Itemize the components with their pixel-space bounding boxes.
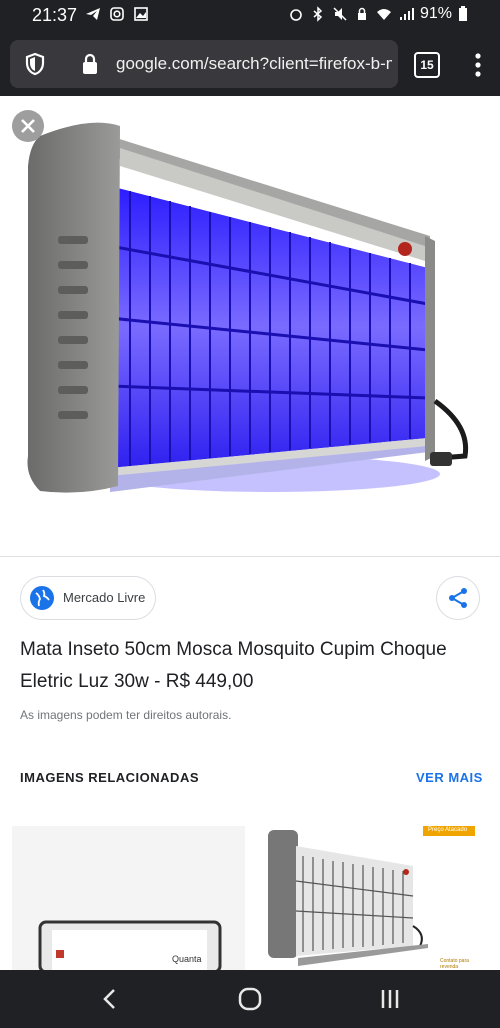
related-image-1[interactable]: Quanta xyxy=(12,826,245,971)
android-nav-bar xyxy=(0,970,500,1028)
system-icons: 91% xyxy=(288,5,468,23)
mute-icon xyxy=(333,7,347,21)
result-title[interactable]: Mata Inseto 50cm Mosca Mosquito Cupim Ch… xyxy=(20,634,460,698)
browser-toolbar: google.com/search?client=firefox-b-m& 15 xyxy=(0,32,500,96)
see-more-link[interactable]: VER MAIS xyxy=(416,770,483,785)
share-button[interactable] xyxy=(436,576,480,620)
globe-icon xyxy=(30,586,54,610)
telegram-icon xyxy=(86,8,100,20)
share-icon[interactable] xyxy=(447,587,469,609)
lock-status-icon xyxy=(357,7,366,20)
status-bar: 21:37 91% xyxy=(0,0,500,32)
tab-counter-button[interactable]: 15 xyxy=(414,52,440,78)
recents-icon[interactable] xyxy=(375,984,405,1014)
battery-icon xyxy=(459,6,467,21)
related-image-2[interactable]: Preço Atacado Contato para revenda xyxy=(258,826,488,971)
source-chip[interactable]: Mercado Livre xyxy=(20,576,156,620)
gallery-icon xyxy=(134,7,148,21)
alarm-icon xyxy=(290,9,302,21)
lock-icon xyxy=(83,53,97,74)
more-menu-icon[interactable] xyxy=(468,50,488,80)
wifi-icon xyxy=(376,9,391,20)
preview-image-area xyxy=(0,96,500,557)
related-images-heading: IMAGENS RELACIONADAS xyxy=(20,770,200,785)
battery-level: 91% xyxy=(419,5,452,22)
address-bar[interactable]: google.com/search?client=firefox-b-m& xyxy=(10,40,398,88)
clock: 21:37 xyxy=(32,5,78,25)
close-button[interactable] xyxy=(12,110,44,142)
source-label: Mercado Livre xyxy=(63,590,146,605)
close-icon[interactable] xyxy=(20,118,36,134)
thumb2-caption: Contato para revenda xyxy=(440,958,469,970)
thumb1-brand: Quanta xyxy=(172,954,202,964)
product-image[interactable] xyxy=(0,96,500,556)
thumb2-badge: Preço Atacado xyxy=(428,827,468,833)
bluetooth-icon xyxy=(313,6,323,22)
notification-icons xyxy=(85,6,149,22)
url-text[interactable]: google.com/search?client=firefox-b-m& xyxy=(116,54,392,74)
instagram-icon xyxy=(110,7,124,21)
home-icon[interactable] xyxy=(235,984,265,1014)
signal-icon xyxy=(399,8,414,20)
shield-icon[interactable] xyxy=(24,52,46,76)
back-icon[interactable] xyxy=(95,984,125,1014)
copyright-notice: As imagens podem ter direitos autorais. xyxy=(20,708,232,722)
